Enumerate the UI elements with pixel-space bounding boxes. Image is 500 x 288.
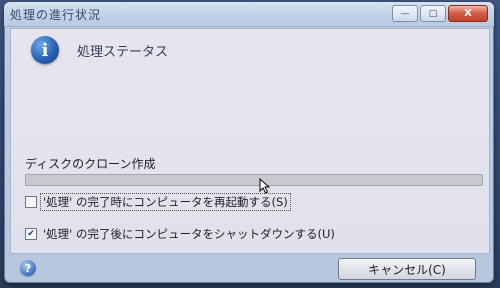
minimize-button[interactable]: —	[392, 5, 418, 22]
progress-bar	[25, 174, 483, 186]
status-heading: 処理ステータス	[77, 45, 169, 60]
dialog-content: i 処理ステータス ディスクのクローン作成 '処理' の完了時にコンピュータを再…	[10, 28, 490, 254]
shutdown-option[interactable]: ✔ '処理' の完了後にコンピュータをシャットダウンする(U)	[25, 226, 337, 242]
shutdown-checkbox[interactable]: ✔	[25, 228, 37, 240]
cancel-button[interactable]: キャンセル(C)	[338, 258, 476, 280]
restart-label[interactable]: '処理' の完了時にコンピュータを再起動する(S)	[40, 193, 291, 211]
desktop-background: 処理の進行状況 — □ X i 処理ステータス ディスクのクローン作成 '処理'…	[0, 0, 500, 288]
progress-dialog: 処理の進行状況 — □ X i 処理ステータス ディスクのクローン作成 '処理'…	[4, 2, 494, 283]
window-title: 処理の進行状況	[10, 8, 102, 22]
shutdown-label[interactable]: '処理' の完了後にコンピュータをシャットダウンする(U)	[41, 226, 337, 242]
close-button[interactable]: X	[448, 5, 488, 22]
window-controls: — □ X	[392, 5, 488, 22]
help-icon[interactable]: ?	[20, 260, 36, 276]
maximize-button[interactable]: □	[420, 5, 446, 22]
restart-checkbox[interactable]	[25, 196, 37, 208]
operation-label: ディスクのクローン作成	[25, 157, 156, 171]
close-icon: X	[464, 8, 472, 19]
minimize-icon: —	[400, 8, 410, 19]
title-bar[interactable]: 処理の進行状況 — □ X	[4, 2, 494, 27]
restart-option[interactable]: '処理' の完了時にコンピュータを再起動する(S)	[25, 193, 291, 211]
info-icon: i	[31, 36, 59, 64]
maximize-icon: □	[428, 8, 438, 19]
